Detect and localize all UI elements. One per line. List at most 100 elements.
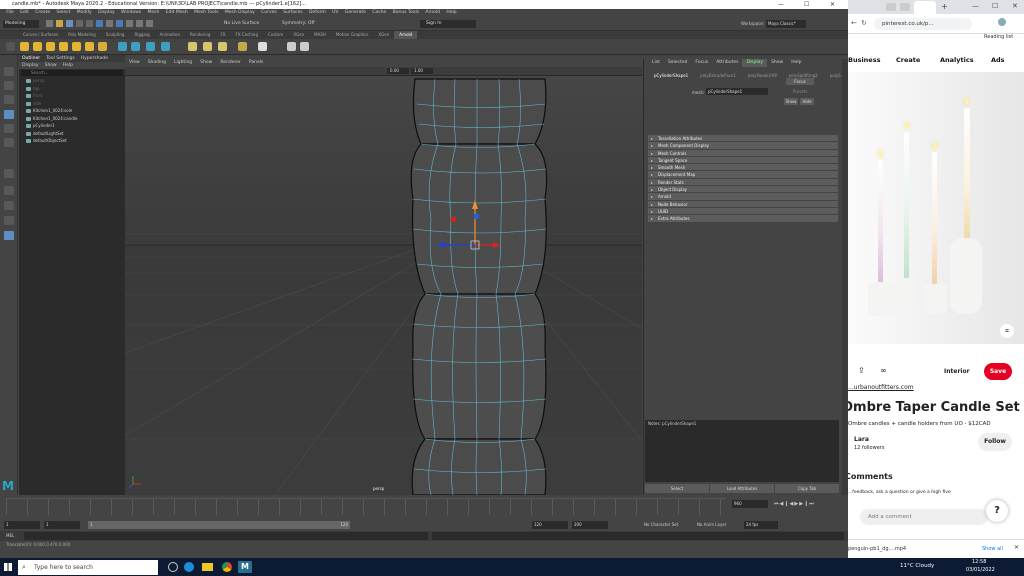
- hide-button[interactable]: Hide: [800, 98, 814, 105]
- range-bar[interactable]: 1 120: [88, 521, 350, 529]
- attr-tab-help[interactable]: Help: [787, 59, 805, 67]
- browser-restore-icon[interactable]: ☐: [992, 2, 998, 10]
- nav-analytics[interactable]: Analytics: [940, 56, 974, 64]
- move-tool-icon[interactable]: [4, 110, 14, 119]
- end-frame-field[interactable]: 120: [532, 521, 568, 529]
- range-slider[interactable]: 1 1 1 120 120 200 No Character Set No An…: [0, 519, 848, 531]
- character-set-dropdown[interactable]: No Character Set: [644, 521, 678, 529]
- physical-sky-icon[interactable]: [98, 42, 107, 51]
- menu-arnold[interactable]: Arnold: [422, 9, 443, 17]
- anim-end-field[interactable]: 200: [572, 521, 608, 529]
- menu-select[interactable]: Select: [53, 9, 73, 17]
- photometric-light-icon[interactable]: [72, 42, 81, 51]
- shelf-tab-motion-graphics[interactable]: Motion Graphics: [331, 31, 374, 39]
- menu-deform[interactable]: Deform: [306, 9, 329, 17]
- shelf-tab-xgen[interactable]: XGen: [288, 31, 309, 39]
- menu-windows[interactable]: Windows: [118, 9, 144, 17]
- shelf-tab-rendering[interactable]: Rendering: [185, 31, 215, 39]
- follow-button[interactable]: Follow: [978, 433, 1012, 451]
- attr-tab-attributes[interactable]: Attributes: [712, 59, 742, 67]
- render-settings-icon[interactable]: [300, 42, 309, 51]
- rotate-tool-icon[interactable]: [4, 124, 14, 133]
- profile-avatar[interactable]: [998, 18, 1006, 26]
- chrome-taskbar-icon[interactable]: [222, 562, 232, 572]
- browser-close-icon[interactable]: ✕: [1012, 2, 1018, 10]
- viewport-field-2[interactable]: 1.00: [411, 68, 433, 74]
- select-button[interactable]: Select: [645, 484, 709, 493]
- outliner-item[interactable]: defaultObjectSet: [19, 137, 125, 145]
- select-by-object-icon[interactable]: [106, 20, 113, 27]
- candle-mesh[interactable]: [410, 78, 548, 495]
- attr-section[interactable]: UUID: [648, 207, 838, 216]
- focus-button[interactable]: Focus: [786, 78, 814, 85]
- menu-mesh-display[interactable]: Mesh Display: [222, 9, 258, 17]
- attr-section[interactable]: Arnold: [648, 193, 838, 201]
- attr-section[interactable]: Extra Attributes: [648, 215, 838, 223]
- new-tab-icon[interactable]: +: [941, 2, 948, 11]
- tag-icon[interactable]: ⌗: [1000, 324, 1014, 338]
- reload-icon[interactable]: ↻: [861, 19, 867, 27]
- render-view-icon[interactable]: [287, 42, 296, 51]
- weather-widget[interactable]: 11°C Cloudy: [900, 563, 934, 569]
- shelf-tab-custom[interactable]: Custom: [263, 31, 288, 39]
- source-link[interactable]: ...urbanoutfitters.com: [848, 384, 914, 391]
- menu-edit[interactable]: Edit: [17, 9, 32, 17]
- file-explorer-icon[interactable]: [202, 563, 213, 571]
- attr-section[interactable]: Render Stats: [648, 178, 838, 186]
- workspace-dropdown[interactable]: Maya Classic*: [766, 20, 806, 28]
- add-comment-input[interactable]: Add a comment: [860, 509, 988, 525]
- menu-surfaces[interactable]: Surfaces: [280, 9, 306, 17]
- undo-icon[interactable]: [76, 20, 83, 27]
- taskbar-date[interactable]: 03/01/2022: [966, 567, 995, 573]
- tab-youtube-icon[interactable]: [886, 3, 896, 11]
- range-start-field[interactable]: 1: [44, 521, 80, 529]
- paint-select-icon[interactable]: [4, 95, 14, 104]
- area-light-icon[interactable]: [46, 42, 55, 51]
- menu-display[interactable]: Display: [95, 9, 118, 17]
- menu-generate[interactable]: Generate: [342, 9, 369, 17]
- shelf-tab-rigging[interactable]: Rigging: [129, 31, 154, 39]
- volume-icon[interactable]: [161, 42, 170, 51]
- menu-create[interactable]: Create: [32, 9, 53, 17]
- fps-dropdown[interactable]: 24 fps: [744, 521, 778, 529]
- lasso-tool-icon[interactable]: [4, 81, 14, 90]
- menu-file[interactable]: File: [3, 9, 17, 17]
- help-question-icon[interactable]: ?: [986, 500, 1008, 522]
- snap-curve-icon[interactable]: [136, 20, 143, 27]
- board-dropdown[interactable]: Interior: [944, 368, 970, 375]
- menu-cache[interactable]: Cache: [369, 9, 389, 17]
- attr-section[interactable]: Tangent Space: [648, 156, 838, 164]
- link-icon[interactable]: ∞: [880, 366, 887, 375]
- new-scene-icon[interactable]: [46, 20, 53, 27]
- arnold-render-icon[interactable]: [20, 42, 29, 51]
- maya-taskbar-icon[interactable]: M: [238, 561, 252, 573]
- shelf-tab-arnold[interactable]: Arnold: [394, 31, 418, 39]
- sky-dome-light-icon[interactable]: [85, 42, 94, 51]
- playback-controls-icon[interactable]: ⏮◀❙◀▶▶❙⏭: [774, 501, 815, 507]
- shelf-tab-fx[interactable]: FX: [215, 31, 230, 39]
- close-downloads-icon[interactable]: ✕: [1014, 544, 1019, 551]
- flush-cache-icon[interactable]: [258, 42, 267, 51]
- attr-section[interactable]: Object Display: [648, 186, 838, 194]
- shelf-tab-mash[interactable]: MASH: [309, 31, 331, 39]
- outliner-menu-help[interactable]: Help: [63, 62, 73, 69]
- attr-section[interactable]: Smooth Mesh: [648, 164, 838, 172]
- copy-tab-button[interactable]: Copy Tab: [775, 484, 839, 493]
- live-surface-label[interactable]: No Live Surface: [224, 20, 259, 28]
- persp-outliner-icon[interactable]: [4, 216, 14, 225]
- outliner-item[interactable]: front: [19, 92, 125, 100]
- anim-layer-dropdown[interactable]: No Anim Layer: [697, 521, 726, 529]
- menu-modify[interactable]: Modify: [74, 9, 95, 17]
- tab-google-icon[interactable]: [900, 3, 910, 11]
- notes-field[interactable]: [645, 420, 839, 482]
- shelf-tab-poly-modeling[interactable]: Poly Modeling: [63, 31, 101, 39]
- outliner-item[interactable]: persp: [19, 77, 125, 85]
- menu-edit-mesh[interactable]: Edit Mesh: [163, 9, 191, 17]
- shelf-tab-xgen[interactable]: XGen: [373, 31, 394, 39]
- redo-icon[interactable]: [86, 20, 93, 27]
- menu-mesh-tools[interactable]: Mesh Tools: [191, 9, 222, 17]
- outliner-item[interactable]: defaultLightSet: [19, 130, 125, 138]
- attr-section[interactable]: Displacement Map: [648, 171, 838, 179]
- tab-outliner[interactable]: Outliner: [22, 55, 40, 62]
- material-icon[interactable]: [218, 42, 227, 51]
